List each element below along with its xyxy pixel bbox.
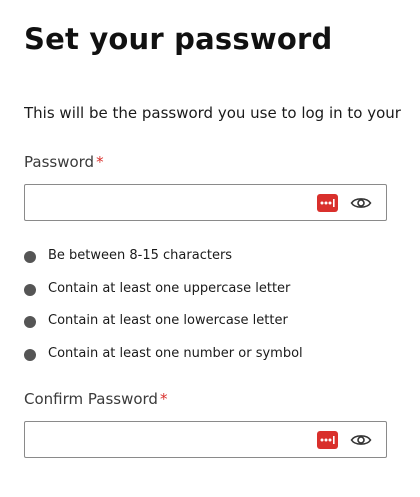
requirement-text: Contain at least one uppercase letter — [48, 280, 291, 296]
requirement-text: Contain at least one number or symbol — [48, 345, 303, 361]
bullet-dot-icon — [24, 348, 36, 361]
password-label: Password * — [24, 153, 104, 171]
password-label-text: Password — [24, 153, 95, 171]
bullet-dot-icon — [24, 283, 36, 296]
eye-icon[interactable] — [350, 195, 372, 211]
password-manager-icon[interactable] — [317, 431, 338, 449]
page-title: Set your password — [24, 22, 333, 56]
password-field[interactable] — [24, 184, 387, 221]
requirement-text: Be between 8-15 characters — [48, 248, 233, 263]
bullet-dot-icon — [24, 316, 36, 328]
required-marker: * — [159, 390, 168, 408]
requirement-text: Contain at least one lowercase letter — [48, 313, 288, 328]
confirm-password-label-text: Confirm Password — [24, 390, 158, 408]
confirm-password-label: Confirm Password * — [24, 390, 167, 408]
eye-icon[interactable] — [350, 432, 372, 448]
confirm-password-field[interactable] — [24, 421, 387, 458]
intro-text: This will be the password you use to log… — [24, 104, 401, 122]
required-marker: * — [96, 153, 104, 171]
password-manager-icon[interactable] — [317, 194, 338, 212]
confirm-password-input[interactable] — [25, 422, 305, 457]
bullet-dot-icon — [24, 251, 36, 263]
password-input[interactable] — [25, 185, 305, 220]
